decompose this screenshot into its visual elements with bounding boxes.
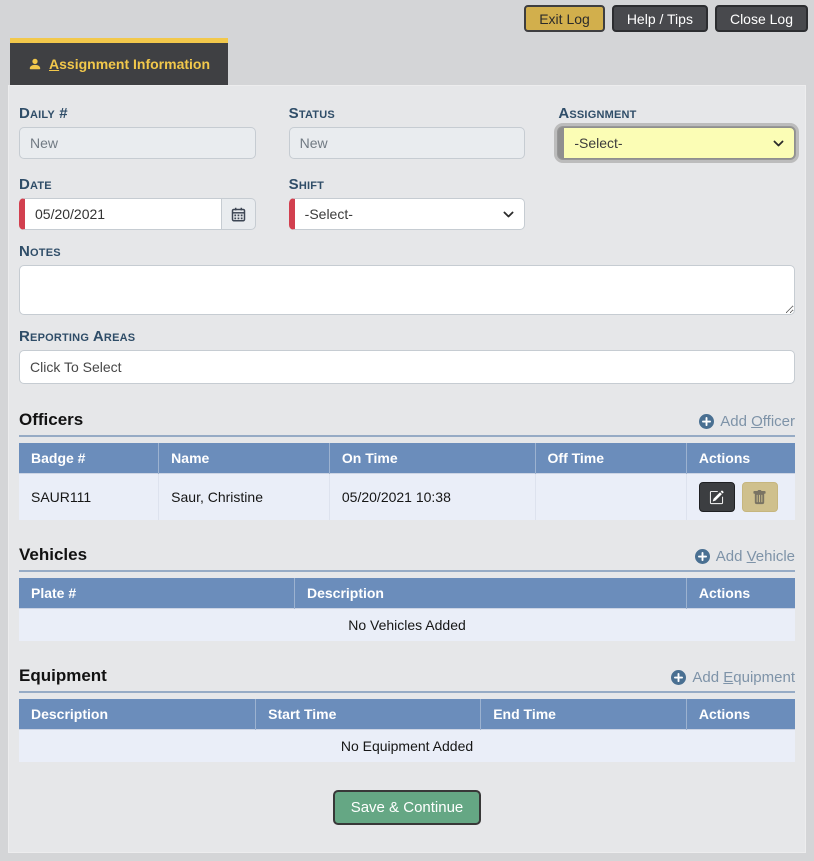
equipment-col-description: Description [19,699,256,730]
delete-officer-button[interactable] [742,482,778,512]
form-row-2-spacer [558,176,795,230]
person-icon [28,57,42,71]
assignment-selected-value: -Select- [574,135,622,151]
window-button-bar: Exit Log Help / Tips Close Log [0,0,814,32]
add-vehicle-label: Add Vehicle [716,548,795,565]
vehicles-section: Vehicles Add Vehicle Plate # Description… [19,545,795,641]
equipment-empty-row: No Equipment Added [19,730,795,763]
officers-title: Officers [19,410,83,430]
add-officer-link[interactable]: Add Officer [699,413,795,430]
equipment-section: Equipment Add Equipment Description Star… [19,666,795,762]
daily-number-group: Daily # [19,105,256,159]
status-group: Status [289,105,526,159]
officer-name-cell: Saur, Christine [159,474,330,521]
equipment-col-end-time: End Time [481,699,687,730]
date-label: Date [19,176,256,193]
trash-icon [752,490,767,505]
reporting-areas-label: Reporting Areas [19,328,795,345]
vehicles-section-head: Vehicles Add Vehicle [19,545,795,572]
page: Exit Log Help / Tips Close Log Assignmen… [0,0,814,861]
equipment-header-row: Description Start Time End Time Actions [19,699,795,730]
assignment-information-panel: Daily # Status Assignment -Select- Da [8,85,806,853]
chevron-down-icon [772,137,785,150]
status-field[interactable] [289,127,526,159]
tab-strip: Assignment Information [10,38,814,85]
vehicles-empty-message: No Vehicles Added [19,609,795,642]
edit-icon [709,490,724,505]
equipment-empty-message: No Equipment Added [19,730,795,763]
add-vehicle-link[interactable]: Add Vehicle [695,548,795,565]
daily-number-field[interactable] [19,127,256,159]
save-continue-button[interactable]: Save & Continue [333,790,482,825]
assignment-label: Assignment [558,105,795,122]
plus-circle-icon [695,549,710,564]
add-officer-label: Add Officer [720,413,795,430]
tab-assignment-information[interactable]: Assignment Information [10,38,228,85]
calendar-button[interactable] [222,198,256,230]
shift-select[interactable]: -Select- [289,198,526,230]
save-row: Save & Continue [19,790,795,825]
officers-col-badge: Badge # [19,443,159,474]
officer-badge-cell: SAUR111 [19,474,159,521]
equipment-col-start-time: Start Time [256,699,481,730]
close-log-button[interactable]: Close Log [715,5,808,32]
shift-group: Shift -Select- [289,176,526,230]
assignment-select[interactable]: -Select- [558,127,795,159]
daily-number-label: Daily # [19,105,256,122]
help-tips-button[interactable]: Help / Tips [612,5,708,32]
officers-col-actions: Actions [686,443,795,474]
date-group: Date [19,176,256,230]
officer-off-time-cell [535,474,686,521]
officer-actions-cell [686,474,795,521]
vehicles-col-actions: Actions [686,578,795,609]
officer-row: SAUR111 Saur, Christine 05/20/2021 10:38 [19,474,795,521]
form-row-1: Daily # Status Assignment -Select- [19,105,795,159]
notes-textarea[interactable] [19,265,795,315]
edit-officer-button[interactable] [699,482,735,512]
shift-label: Shift [289,176,526,193]
status-label: Status [289,105,526,122]
officer-on-time-cell: 05/20/2021 10:38 [329,474,535,521]
vehicles-col-plate: Plate # [19,578,294,609]
chevron-down-icon [502,208,515,221]
officers-section: Officers Add Officer Badge # Name On Tim… [19,410,795,520]
plus-circle-icon [671,670,686,685]
equipment-col-actions: Actions [686,699,795,730]
officers-col-name: Name [159,443,330,474]
equipment-title: Equipment [19,666,107,686]
shift-selected-value: -Select- [305,206,353,222]
assignment-group: Assignment -Select- [558,105,795,159]
reporting-areas-field[interactable] [19,350,795,384]
plus-circle-icon [699,414,714,429]
officers-col-off-time: Off Time [535,443,686,474]
officers-col-on-time: On Time [329,443,535,474]
add-equipment-link[interactable]: Add Equipment [671,669,795,686]
reporting-areas-group: Reporting Areas [19,328,795,384]
add-equipment-label: Add Equipment [692,669,795,686]
equipment-table: Description Start Time End Time Actions … [19,699,795,762]
vehicles-title: Vehicles [19,545,87,565]
tab-label: Assignment Information [49,56,210,72]
exit-log-button[interactable]: Exit Log [524,5,605,32]
officers-table: Badge # Name On Time Off Time Actions SA… [19,443,795,520]
notes-group: Notes [19,243,795,315]
officers-section-head: Officers Add Officer [19,410,795,437]
vehicles-table: Plate # Description Actions No Vehicles … [19,578,795,641]
officers-header-row: Badge # Name On Time Off Time Actions [19,443,795,474]
vehicles-header-row: Plate # Description Actions [19,578,795,609]
vehicles-col-description: Description [294,578,686,609]
equipment-section-head: Equipment Add Equipment [19,666,795,693]
calendar-icon [231,207,246,222]
notes-label: Notes [19,243,795,260]
vehicles-empty-row: No Vehicles Added [19,609,795,642]
form-row-2: Date [19,176,795,230]
date-field[interactable] [19,198,222,230]
